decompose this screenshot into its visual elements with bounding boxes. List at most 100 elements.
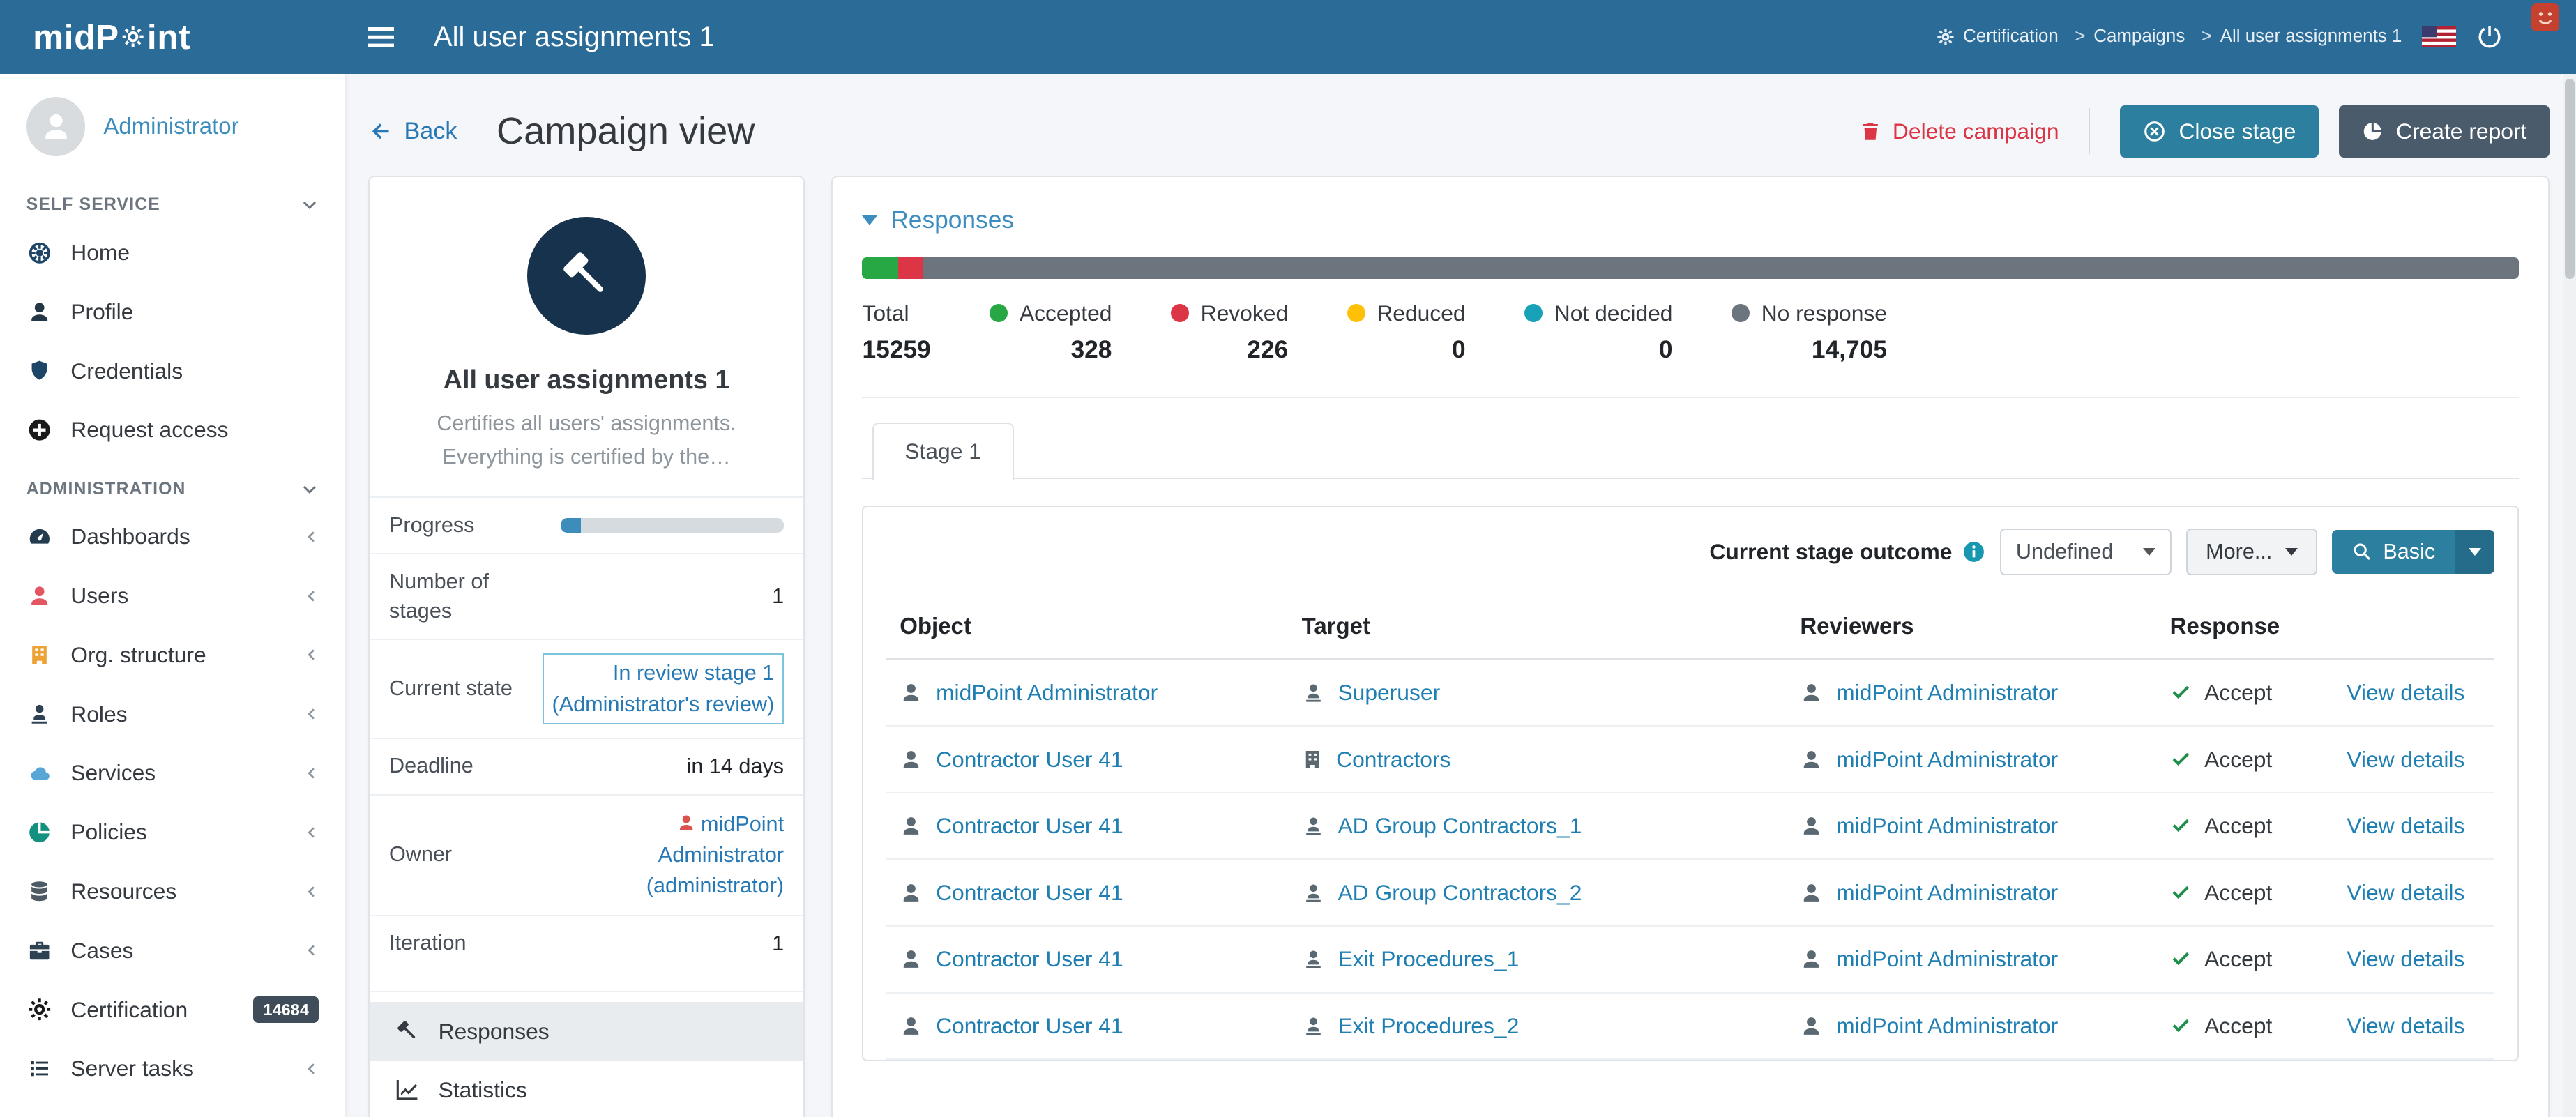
user-icon: [1800, 748, 1823, 771]
logout-power-icon[interactable]: [2476, 23, 2503, 51]
more-dropdown-button[interactable]: More...: [2186, 529, 2317, 575]
target-link[interactable]: Superuser: [1338, 680, 1440, 706]
menu-item-statistics[interactable]: Statistics: [370, 1061, 804, 1117]
responses-legend: Total 15259 Accepted 328 Revoked 226 Red…: [862, 301, 2519, 364]
object-link[interactable]: Contractor User 41: [936, 946, 1123, 972]
response-value: Accept: [2204, 1013, 2272, 1039]
sidebar-item-label: Request access: [70, 417, 228, 443]
object-link[interactable]: Contractor User 41: [936, 880, 1123, 906]
locale-flag-icon[interactable]: [2422, 26, 2456, 48]
create-report-button[interactable]: Create report: [2339, 105, 2550, 158]
chevron-left-icon: [304, 1060, 319, 1078]
sidebar-user-panel[interactable]: Administrator: [0, 74, 345, 176]
sidebar-item-services[interactable]: Services: [0, 743, 345, 803]
bar-segment-no-response: [923, 257, 2519, 279]
view-details-link[interactable]: View details: [2347, 747, 2464, 772]
stat-total-label: Total: [862, 301, 909, 326]
sidebar-item-certification[interactable]: Certification 14684: [0, 980, 345, 1040]
sidebar-item-server-tasks[interactable]: Server tasks: [0, 1039, 345, 1098]
stage-panel: Current stage outcome Undefined More...: [862, 506, 2519, 1061]
logo-text-left: midP: [33, 17, 119, 57]
chart-line-icon: [395, 1077, 420, 1102]
sidebar-item-profile[interactable]: Profile: [0, 282, 345, 342]
stages-label: Number of stages: [389, 568, 531, 625]
user-icon: [26, 584, 53, 608]
reviewer-link[interactable]: midPoint Administrator: [1836, 680, 2058, 706]
deadline-label: Deadline: [389, 752, 531, 780]
campaign-description-line2: Everything is certified by the…: [442, 445, 730, 469]
object-link[interactable]: Contractor User 41: [936, 1013, 1123, 1039]
delete-campaign-button[interactable]: Delete campaign: [1860, 119, 2059, 144]
outcome-select[interactable]: Undefined: [2000, 529, 2172, 575]
current-state-link[interactable]: In review stage 1 (Administrator's revie…: [543, 653, 784, 724]
search-mode-dropdown[interactable]: [2455, 530, 2494, 574]
user-icon: [900, 748, 923, 771]
responses-collapse-header[interactable]: Responses: [862, 206, 2519, 234]
sidebar-item-resources[interactable]: Resources: [0, 862, 345, 921]
section-self-service[interactable]: SELF SERVICE: [0, 176, 345, 223]
user-avatar-badge[interactable]: [2531, 3, 2559, 31]
vertical-scrollbar[interactable]: [2563, 74, 2576, 1117]
back-button[interactable]: Back: [368, 118, 457, 145]
view-details-link[interactable]: View details: [2347, 946, 2464, 971]
menu-item-responses[interactable]: Responses: [370, 1002, 804, 1061]
view-details-link[interactable]: View details: [2347, 680, 2464, 705]
object-link[interactable]: Contractor User 41: [936, 813, 1123, 839]
reviewer-link[interactable]: midPoint Administrator: [1836, 813, 2058, 839]
owner-link[interactable]: midPoint Administrator (administrator): [567, 809, 784, 902]
sidebar-item-request-access[interactable]: Request access: [0, 400, 345, 459]
accepted-dot-icon: [990, 304, 1008, 322]
sidebar-item-credentials[interactable]: Credentials: [0, 342, 345, 401]
target-link[interactable]: Exit Procedures_2: [1338, 1013, 1519, 1039]
reviewer-link[interactable]: midPoint Administrator: [1836, 1013, 2058, 1039]
app-logo[interactable]: midPint: [0, 0, 345, 74]
response-value: Accept: [2204, 946, 2272, 972]
page-title: Campaign view: [497, 109, 755, 153]
plus-circle-icon: [26, 418, 53, 442]
scrollbar-thumb[interactable]: [2565, 79, 2575, 279]
table-row: Contractor User 41 AD Group Contractors_…: [886, 859, 2494, 926]
close-stage-button[interactable]: Close stage: [2120, 105, 2319, 158]
sidebar-item-label: Credentials: [70, 358, 183, 384]
menu-toggle-icon[interactable]: [368, 27, 395, 31]
reviewer-link[interactable]: midPoint Administrator: [1836, 747, 2058, 773]
object-link[interactable]: midPoint Administrator: [936, 680, 1158, 706]
sidebar-item-cases[interactable]: Cases: [0, 921, 345, 980]
response-value: Accept: [2204, 747, 2272, 773]
target-link[interactable]: Exit Procedures_1: [1338, 946, 1519, 972]
user-icon: [1800, 814, 1823, 837]
info-icon[interactable]: [1962, 540, 1985, 563]
response-value: Accept: [2204, 880, 2272, 906]
user-icon: [1800, 681, 1823, 704]
target-link[interactable]: Contractors: [1336, 747, 1450, 773]
target-link[interactable]: AD Group Contractors_2: [1338, 880, 1582, 906]
target-link[interactable]: AD Group Contractors_1: [1338, 813, 1582, 839]
breadcrumb-certification[interactable]: Certification: [1963, 26, 2059, 47]
database-icon: [26, 879, 53, 904]
sidebar-item-org-structure[interactable]: Org. structure: [0, 625, 345, 685]
view-details-link[interactable]: View details: [2347, 813, 2464, 838]
view-details-link[interactable]: View details: [2347, 880, 2464, 905]
chevron-left-icon: [304, 528, 319, 546]
reviewer-link[interactable]: midPoint Administrator: [1836, 946, 2058, 972]
object-link[interactable]: Contractor User 41: [936, 747, 1123, 773]
sidebar-item-policies[interactable]: Policies: [0, 803, 345, 862]
sidebar-item-dashboards[interactable]: Dashboards: [0, 507, 345, 566]
sidebar-item-users[interactable]: Users: [0, 566, 345, 625]
sidebar-item-home[interactable]: Home: [0, 223, 345, 282]
basic-search-button[interactable]: Basic: [2332, 530, 2455, 574]
sidebar-item-roles[interactable]: Roles: [0, 685, 345, 744]
campaign-description: Certifies all users' assignments. Everyt…: [370, 407, 804, 473]
view-details-link[interactable]: View details: [2347, 1013, 2464, 1038]
outcome-label-text: Current stage outcome: [1709, 539, 1952, 565]
stat-accepted: Accepted 328: [990, 301, 1112, 364]
breadcrumb-campaigns[interactable]: Campaigns: [2067, 26, 2185, 47]
reviewer-link[interactable]: midPoint Administrator: [1836, 880, 2058, 906]
section-administration[interactable]: ADMINISTRATION: [0, 459, 345, 507]
org-icon: [1302, 748, 1324, 771]
column-header-object: Object: [886, 595, 1288, 659]
user-icon: [900, 681, 923, 704]
chevron-left-icon: [304, 705, 319, 723]
tab-stage-1[interactable]: Stage 1: [872, 423, 1014, 479]
sidebar-user-name[interactable]: Administrator: [103, 113, 238, 139]
